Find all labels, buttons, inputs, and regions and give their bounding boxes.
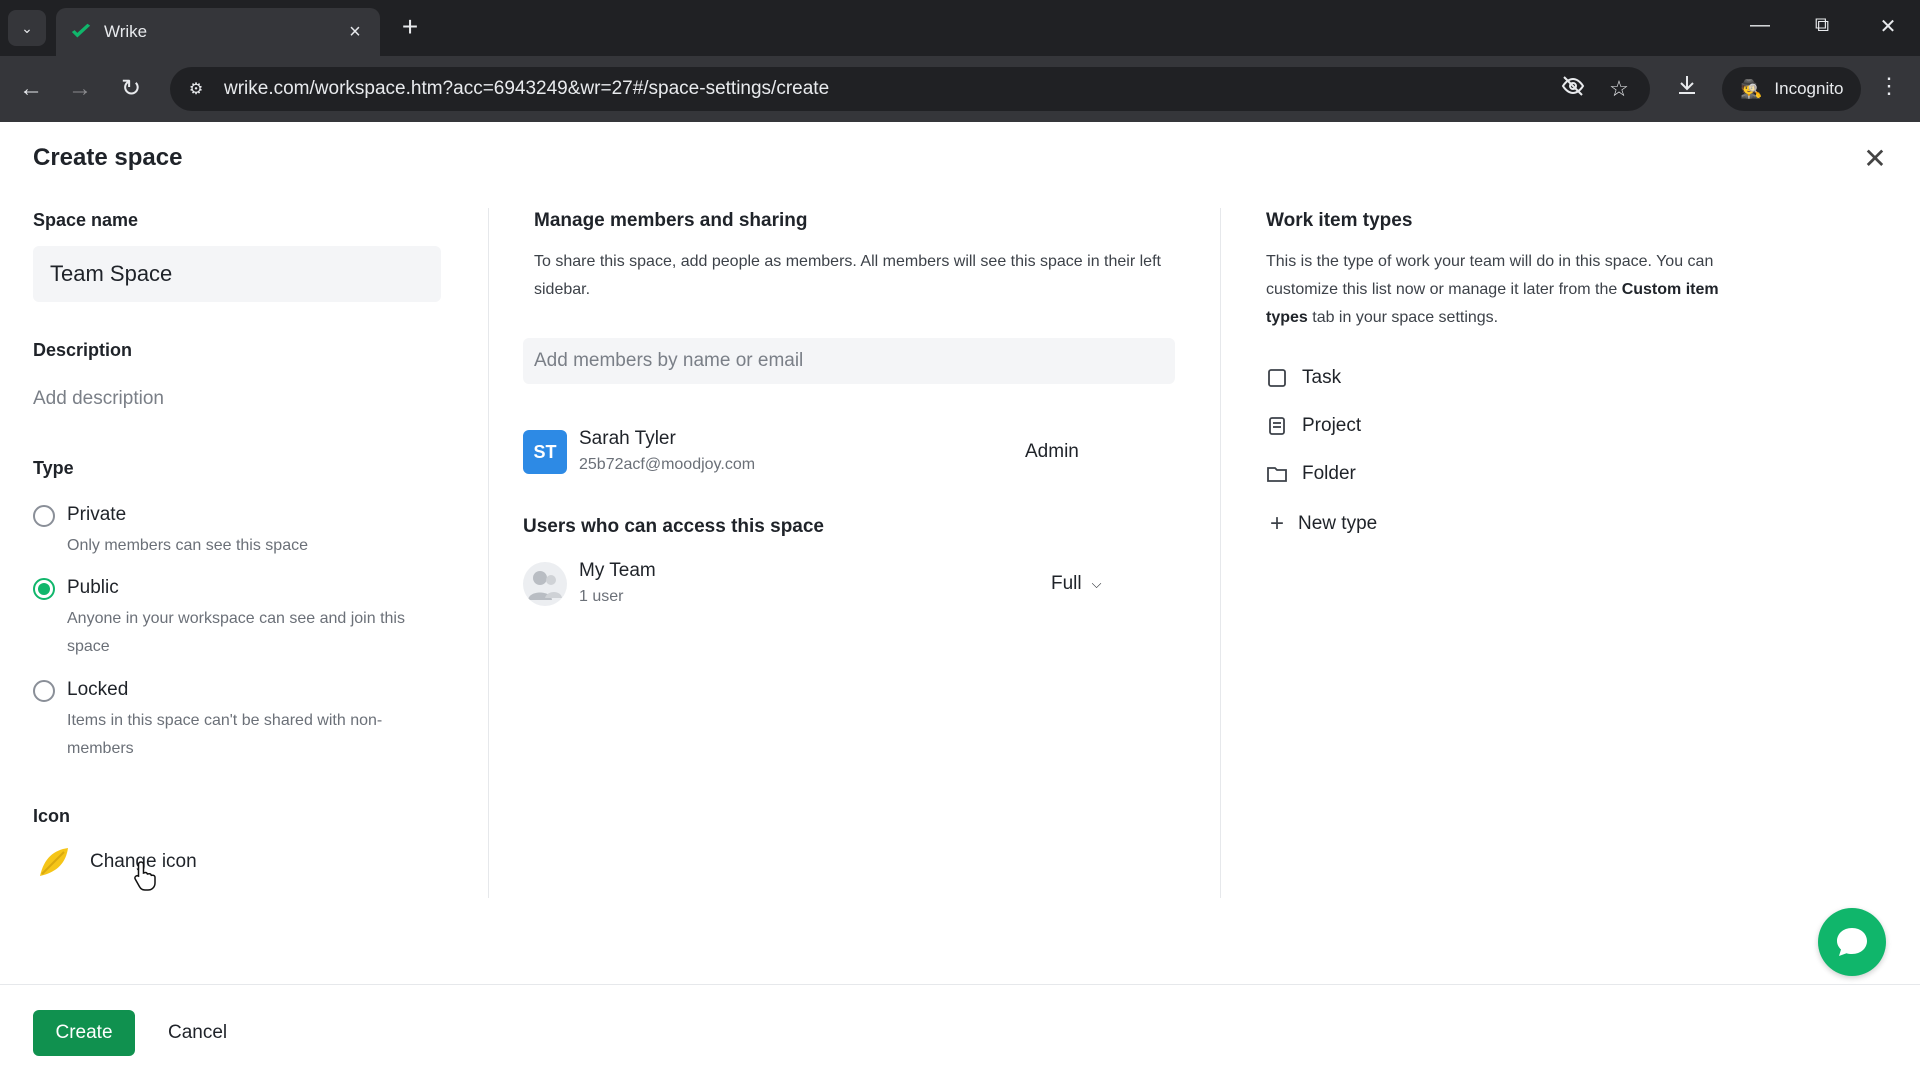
- create-space-dialog: Create space ✕ Space name Team Space Des…: [0, 122, 1920, 1080]
- type-label: Type: [33, 458, 74, 478]
- incognito-label: Incognito: [1774, 79, 1844, 98]
- change-icon-button[interactable]: Change icon: [36, 844, 197, 880]
- type-option-private[interactable]: Private: [33, 504, 126, 527]
- project-icon: [1266, 415, 1288, 437]
- team-avatar-icon: [523, 562, 567, 606]
- public-title: Public: [67, 577, 119, 598]
- work-item-types-title: Work item types: [1266, 210, 1413, 231]
- avatar: ST: [523, 430, 567, 474]
- bookmark-star-icon[interactable]: ☆: [1604, 76, 1634, 102]
- member-name: Sarah Tyler: [579, 428, 676, 449]
- public-description: Anyone in your workspace can see and joi…: [67, 610, 405, 655]
- cancel-button[interactable]: Cancel: [168, 1010, 227, 1056]
- private-description: Only members can see this space: [67, 537, 308, 554]
- column-divider: [488, 208, 489, 898]
- add-members-input[interactable]: Add members by name or email: [523, 338, 1175, 384]
- project-label: Project: [1302, 415, 1362, 436]
- plus-icon: +: [1269, 510, 1284, 537]
- members-description: To share this space, add people as membe…: [534, 253, 1161, 298]
- locked-description: Items in this space can't be shared with…: [67, 712, 383, 757]
- browser-toolbar: ← → ↻ ⚙ wrike.com/workspace.htm?acc=6943…: [0, 56, 1920, 122]
- chat-support-button[interactable]: [1818, 908, 1886, 976]
- folder-icon: [1266, 463, 1288, 485]
- members-section-title: Manage members and sharing: [534, 210, 808, 231]
- new-type-button[interactable]: + New type: [1266, 510, 1377, 538]
- reload-icon[interactable]: ↻: [115, 73, 147, 105]
- team-row: My Team 1 user Full ⌵: [523, 558, 1175, 618]
- locked-title: Locked: [67, 679, 129, 700]
- team-user-count: 1 user: [579, 588, 624, 605]
- work-item-types-description: This is the type of work your team will …: [1266, 248, 1726, 332]
- column-divider: [1220, 208, 1221, 898]
- leaf-icon: [40, 848, 68, 876]
- task-icon: [1266, 367, 1288, 389]
- space-name-label: Space name: [33, 210, 139, 230]
- incognito-icon: 🕵: [1740, 78, 1763, 99]
- team-name: My Team: [579, 560, 656, 581]
- url-text[interactable]: wrike.com/workspace.htm?acc=6943249&wr=2…: [224, 78, 1558, 100]
- site-info-icon[interactable]: ⚙: [184, 79, 208, 99]
- task-label: Task: [1302, 367, 1342, 388]
- member-role: Admin: [1025, 441, 1079, 462]
- work-type-folder[interactable]: Folder: [1266, 463, 1356, 485]
- close-dialog-icon[interactable]: ✕: [1862, 142, 1888, 175]
- work-type-task[interactable]: Task: [1266, 367, 1341, 389]
- work-type-project[interactable]: Project: [1266, 415, 1361, 437]
- team-access-value: Full: [1051, 573, 1082, 594]
- eye-off-icon[interactable]: [1558, 74, 1588, 104]
- hand-cursor-icon: [134, 861, 156, 891]
- chat-bubble-icon: [1837, 928, 1867, 956]
- type-option-locked[interactable]: Locked: [33, 679, 128, 702]
- tab-title: Wrike: [104, 22, 148, 41]
- team-access-dropdown[interactable]: Full ⌵: [1051, 573, 1101, 595]
- address-bar[interactable]: ⚙ wrike.com/workspace.htm?acc=6943249&wr…: [170, 67, 1650, 111]
- minimize-icon[interactable]: —: [1748, 14, 1772, 37]
- member-email: 25b72acf@moodjoy.com: [579, 456, 756, 473]
- locked-radio[interactable]: [33, 680, 55, 702]
- create-button[interactable]: Create: [33, 1010, 135, 1056]
- footer-divider: [0, 984, 1920, 985]
- icon-label: Icon: [33, 806, 71, 826]
- browser-tab[interactable]: Wrike ×: [56, 8, 380, 56]
- browser-menu-icon[interactable]: ⋮: [1874, 73, 1904, 99]
- private-title: Private: [67, 504, 127, 525]
- space-name-input[interactable]: Team Space: [33, 246, 441, 302]
- wrike-logo-icon: [71, 23, 91, 38]
- chevron-down-icon: ⌵: [1091, 576, 1102, 591]
- new-type-label: New type: [1298, 513, 1378, 534]
- window-close-icon[interactable]: ✕: [1876, 14, 1900, 39]
- browser-tab-bar: ⌄ Wrike × + — ⧉ ✕: [0, 0, 1920, 56]
- member-row: ST Sarah Tyler 25b72acf@moodjoy.com Admi…: [523, 426, 1175, 486]
- close-tab-icon[interactable]: ×: [344, 21, 366, 44]
- public-radio[interactable]: [33, 578, 55, 600]
- work-item-text-after: tab in your space settings.: [1307, 309, 1499, 326]
- page-title: Create space: [33, 144, 183, 171]
- download-icon[interactable]: [1672, 73, 1702, 103]
- incognito-badge[interactable]: 🕵 Incognito: [1722, 67, 1862, 111]
- tab-search-chevron-icon[interactable]: ⌄: [8, 10, 46, 46]
- restore-icon[interactable]: ⧉: [1810, 14, 1834, 37]
- back-icon[interactable]: ←: [15, 73, 47, 105]
- access-section-title: Users who can access this space: [523, 516, 824, 537]
- new-tab-button[interactable]: +: [398, 12, 422, 42]
- description-input[interactable]: Add description: [33, 388, 164, 410]
- type-option-public[interactable]: Public: [33, 577, 119, 600]
- folder-label: Folder: [1302, 463, 1356, 484]
- private-radio[interactable]: [33, 505, 55, 527]
- forward-icon[interactable]: →: [64, 73, 96, 105]
- description-label: Description: [33, 340, 133, 360]
